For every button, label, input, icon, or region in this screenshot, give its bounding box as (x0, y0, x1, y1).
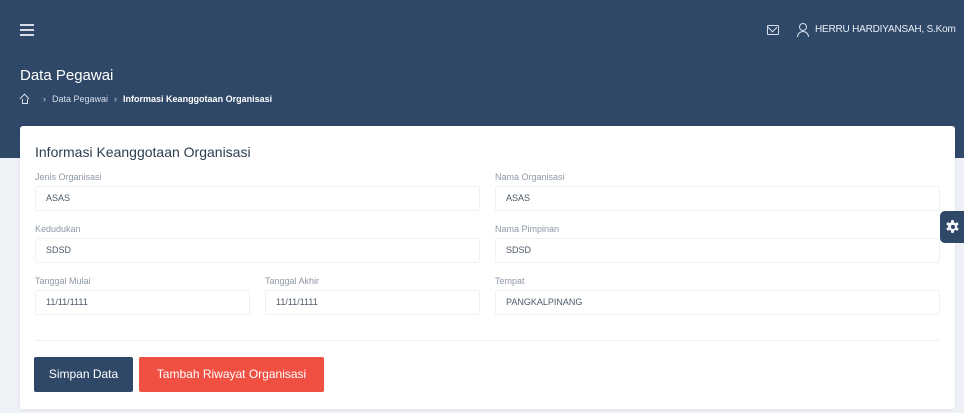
user-name[interactable]: HERRU HARDIYANSAH, S.Kom (815, 24, 956, 35)
settings-tab[interactable] (940, 211, 964, 243)
user-icon[interactable] (797, 23, 809, 37)
form-card: Informasi Keanggotaan Organisasi Jenis O… (20, 126, 955, 409)
kedudukan-label: Kedudukan (35, 224, 81, 234)
save-button[interactable]: Simpan Data (34, 357, 133, 392)
page-title: Data Pegawai (20, 67, 114, 84)
breadcrumb-item-current: Informasi Keanggotaan Organisasi (123, 94, 273, 104)
tanggal-mulai-field[interactable]: 11/11/1111 (35, 290, 250, 315)
jenis-organisasi-label: Jenis Organisasi (35, 172, 102, 182)
divider (35, 340, 939, 341)
home-icon[interactable] (19, 93, 30, 104)
tanggal-akhir-label: Tanggal Akhir (265, 276, 320, 286)
chevron-right-icon: › (43, 94, 46, 104)
nama-pimpinan-field[interactable]: SDSD (495, 238, 940, 263)
tempat-label: Tempat (495, 276, 525, 286)
gear-icon (946, 220, 959, 233)
tempat-field[interactable]: PANGKALPINANG (495, 290, 940, 315)
nama-organisasi-field[interactable]: ASAS (495, 186, 940, 211)
nama-pimpinan-label: Nama Pimpinan (495, 224, 560, 234)
chevron-right-icon: › (114, 94, 118, 104)
add-organization-history-button[interactable]: Tambah Riwayat Organisasi (139, 357, 324, 392)
jenis-organisasi-field[interactable]: ASAS (35, 186, 480, 211)
tanggal-mulai-label: Tanggal Mulai (35, 276, 91, 286)
tanggal-akhir-field[interactable]: 11/11/1111 (265, 290, 480, 315)
breadcrumb-item-data-pegawai[interactable]: Data Pegawai (52, 94, 108, 104)
form-title: Informasi Keanggotaan Organisasi (35, 144, 251, 160)
mail-icon[interactable] (767, 25, 779, 35)
kedudukan-field[interactable]: SDSD (35, 238, 480, 263)
menu-icon[interactable] (20, 24, 34, 36)
top-navbar: HERRU HARDIYANSAH, S.Kom (0, 0, 964, 58)
breadcrumb: › Data Pegawai › Informasi Keanggotaan O… (19, 92, 273, 106)
nama-organisasi-label: Nama Organisasi (495, 172, 565, 182)
